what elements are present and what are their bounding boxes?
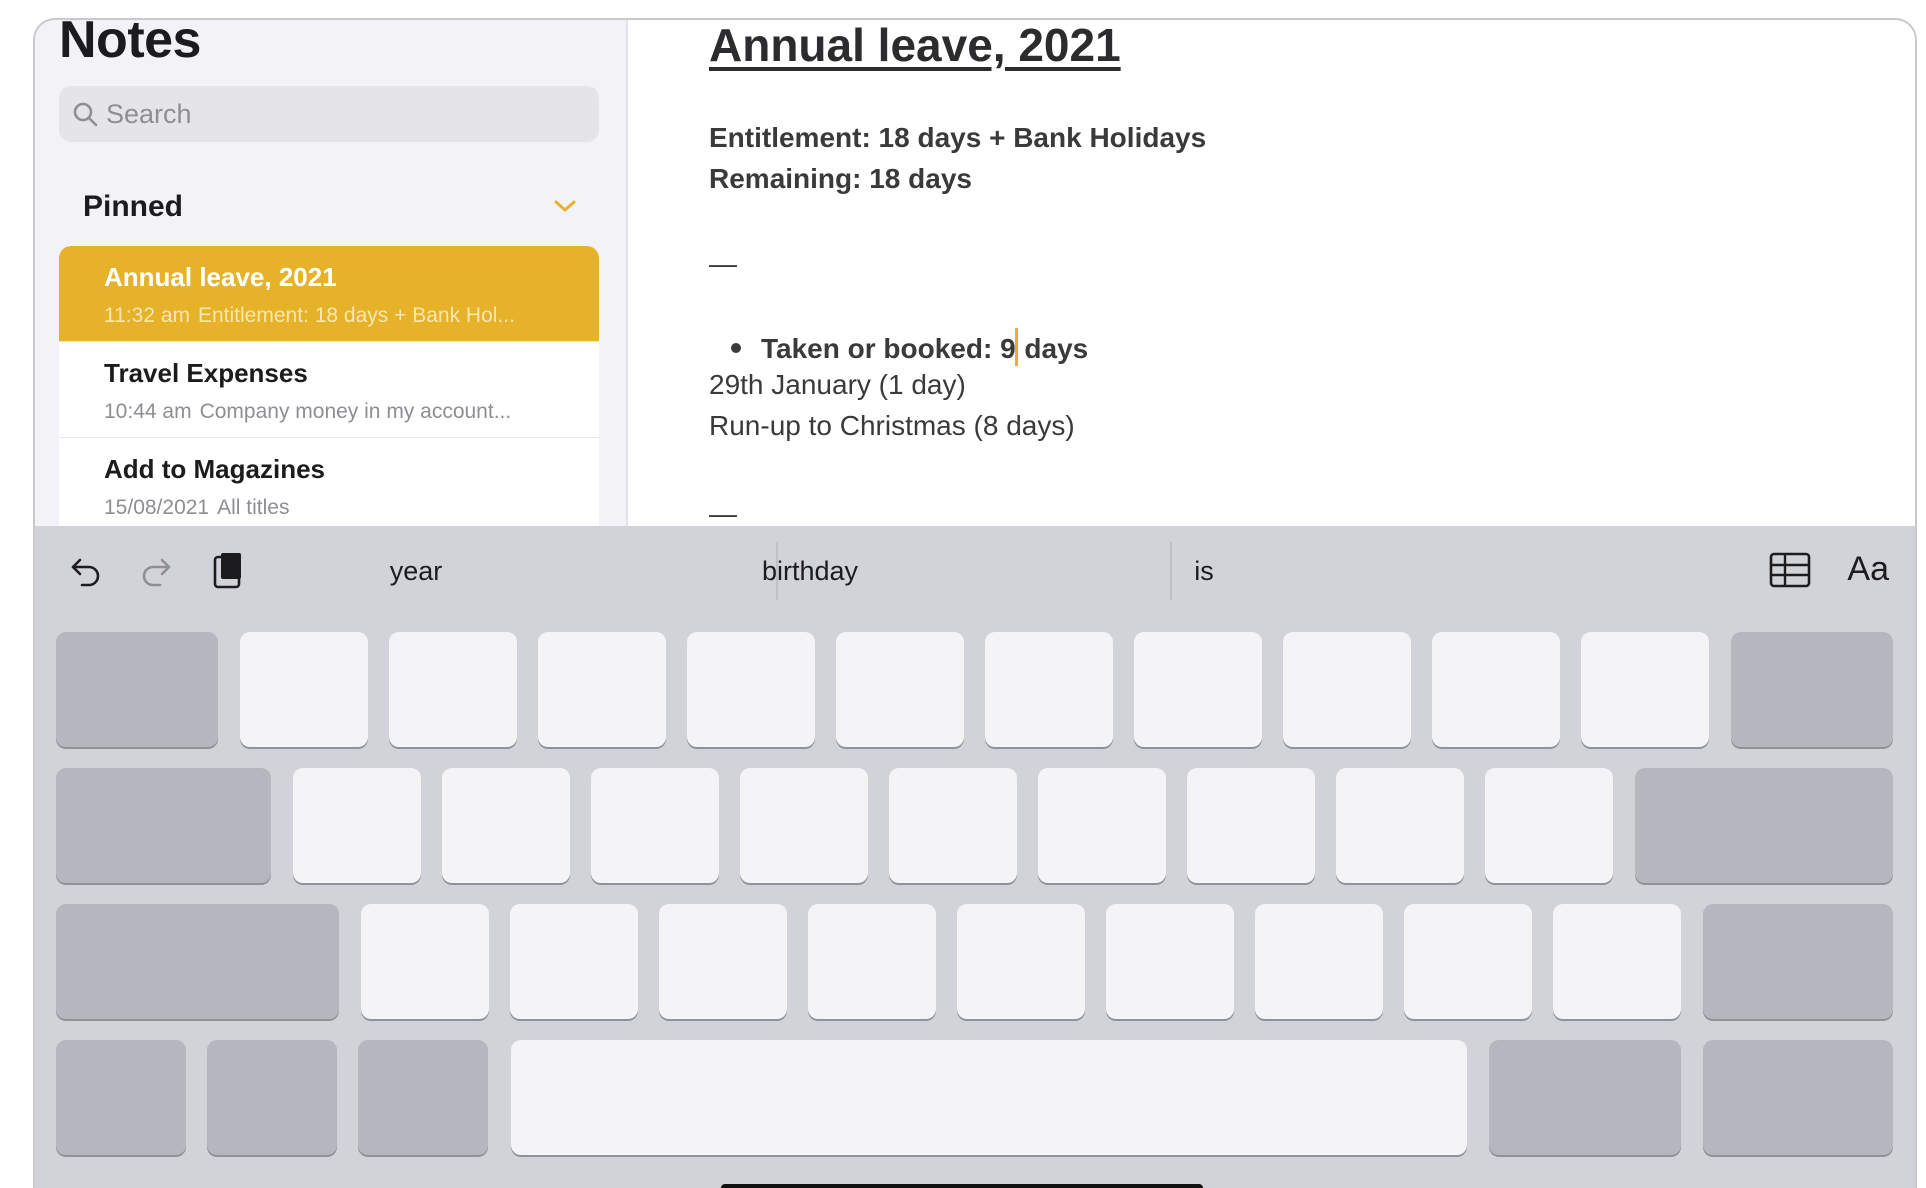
search-field[interactable]: Search bbox=[59, 86, 599, 142]
note-title: Add to Magazines bbox=[104, 454, 326, 484]
key-letter[interactable] bbox=[1134, 632, 1262, 747]
key-caps-lock[interactable] bbox=[56, 768, 271, 883]
key-space[interactable] bbox=[511, 1040, 1467, 1155]
chevron-down-icon[interactable] bbox=[553, 198, 577, 214]
key-tab[interactable] bbox=[56, 632, 218, 747]
key-letter[interactable] bbox=[1255, 904, 1383, 1019]
key-letter[interactable] bbox=[510, 904, 638, 1019]
redo-icon[interactable] bbox=[139, 554, 173, 588]
key-letter[interactable] bbox=[985, 632, 1113, 747]
entitlement-line[interactable]: Entitlement: 18 days + Bank Holidays bbox=[709, 122, 1206, 154]
search-icon bbox=[73, 102, 98, 127]
suggestion-year[interactable]: year bbox=[221, 556, 611, 587]
key-letter[interactable] bbox=[1404, 904, 1532, 1019]
note-preview-line: 15/08/2021 All titles bbox=[104, 496, 584, 520]
note-preview-line: 11:32 am Entitlement: 18 days + Bank Hol.… bbox=[104, 304, 584, 328]
key-shift-right[interactable] bbox=[1703, 904, 1893, 1019]
key-letter[interactable] bbox=[687, 632, 815, 747]
onscreen-keyboard: year birthday is Aa bbox=[35, 526, 1915, 1188]
note-title-heading[interactable]: Annual leave, 2021 bbox=[709, 20, 1121, 72]
taken-booked-unit: days bbox=[1016, 333, 1089, 364]
undo-icon[interactable] bbox=[69, 554, 103, 588]
key-letter[interactable] bbox=[1283, 632, 1411, 747]
key-hide-keyboard[interactable] bbox=[1703, 1040, 1893, 1155]
note-preview: Entitlement: 18 days + Bank Hol... bbox=[198, 304, 515, 327]
table-icon[interactable] bbox=[1769, 552, 1811, 588]
key-letter[interactable] bbox=[740, 768, 868, 883]
key-letter[interactable] bbox=[1038, 768, 1166, 883]
pinned-note-list: Annual leave, 2021 11:32 am Entitlement: … bbox=[59, 246, 599, 533]
key-letter[interactable] bbox=[1485, 768, 1613, 883]
key-letter[interactable] bbox=[361, 904, 489, 1019]
key-shift-left[interactable] bbox=[56, 904, 339, 1019]
key-letter[interactable] bbox=[808, 904, 936, 1019]
ipad-screen: Notes Search Pinned Annual leave, 2021 1… bbox=[33, 18, 1917, 1188]
key-dictation[interactable] bbox=[358, 1040, 488, 1155]
note-item-travel-expenses[interactable]: Travel Expenses 10:44 am Company money in… bbox=[59, 342, 599, 438]
note-preview-line: 10:44 am Company money in my account... bbox=[104, 400, 584, 424]
key-return[interactable] bbox=[1635, 768, 1893, 883]
key-letter[interactable] bbox=[293, 768, 421, 883]
note-editor[interactable]: Annual leave, 2021 Entitlement: 18 days … bbox=[628, 20, 1915, 535]
pinned-label: Pinned bbox=[83, 190, 184, 223]
bullet-point bbox=[731, 343, 741, 353]
note-time: 11:32 am bbox=[104, 304, 190, 327]
key-letter[interactable] bbox=[1187, 768, 1315, 883]
note-title: Travel Expenses bbox=[104, 358, 308, 388]
key-letter[interactable] bbox=[389, 632, 517, 747]
search-placeholder: Search bbox=[106, 98, 192, 129]
text-format-button[interactable]: Aa bbox=[1847, 550, 1889, 589]
key-letter[interactable] bbox=[957, 904, 1085, 1019]
notes-sidebar: Notes Search Pinned Annual leave, 2021 1… bbox=[35, 20, 628, 535]
key-letter[interactable] bbox=[240, 632, 368, 747]
key-letter[interactable] bbox=[538, 632, 666, 747]
key-numbers[interactable] bbox=[207, 1040, 337, 1155]
note-item-annual-leave[interactable]: Annual leave, 2021 11:32 am Entitlement: … bbox=[59, 246, 599, 342]
note-time: 10:44 am bbox=[104, 400, 192, 423]
key-letter[interactable] bbox=[1581, 632, 1709, 747]
key-letter[interactable] bbox=[1106, 904, 1234, 1019]
taken-booked-bullet[interactable]: Taken or booked: 9 days bbox=[709, 328, 1088, 366]
separator-line[interactable]: — bbox=[709, 248, 737, 280]
key-letter[interactable] bbox=[889, 768, 1017, 883]
christmas-line[interactable]: Run-up to Christmas (8 days) bbox=[709, 410, 1075, 442]
key-letter[interactable] bbox=[659, 904, 787, 1019]
key-delete[interactable] bbox=[1731, 632, 1893, 747]
note-preview: Company money in my account... bbox=[199, 400, 512, 423]
key-letter[interactable] bbox=[1553, 904, 1681, 1019]
key-letter[interactable] bbox=[1432, 632, 1560, 747]
key-letter[interactable] bbox=[442, 768, 570, 883]
key-numbers-right[interactable] bbox=[1489, 1040, 1681, 1155]
note-item-add-to-magazines[interactable]: Add to Magazines 15/08/2021 All titles bbox=[59, 438, 599, 533]
sidebar-title: Notes bbox=[59, 18, 201, 69]
suggestion-birthday[interactable]: birthday bbox=[615, 556, 1005, 587]
note-title: Annual leave, 2021 bbox=[104, 262, 337, 292]
note-time: 15/08/2021 bbox=[104, 496, 210, 519]
key-letter[interactable] bbox=[836, 632, 964, 747]
suggestion-is[interactable]: is bbox=[1009, 556, 1399, 587]
key-globe[interactable] bbox=[56, 1040, 186, 1155]
note-preview: All titles bbox=[217, 496, 290, 519]
keyboard-shortcut-bar: year birthday is Aa bbox=[35, 526, 1915, 616]
key-letter[interactable] bbox=[591, 768, 719, 883]
home-indicator[interactable] bbox=[721, 1184, 1203, 1188]
taken-booked-text: Taken or booked: 9 bbox=[761, 333, 1016, 364]
january-line[interactable]: 29th January (1 day) bbox=[709, 369, 966, 401]
key-letter[interactable] bbox=[1336, 768, 1464, 883]
remaining-line[interactable]: Remaining: 18 days bbox=[709, 163, 972, 195]
pinned-section-header[interactable]: Pinned bbox=[59, 188, 599, 232]
